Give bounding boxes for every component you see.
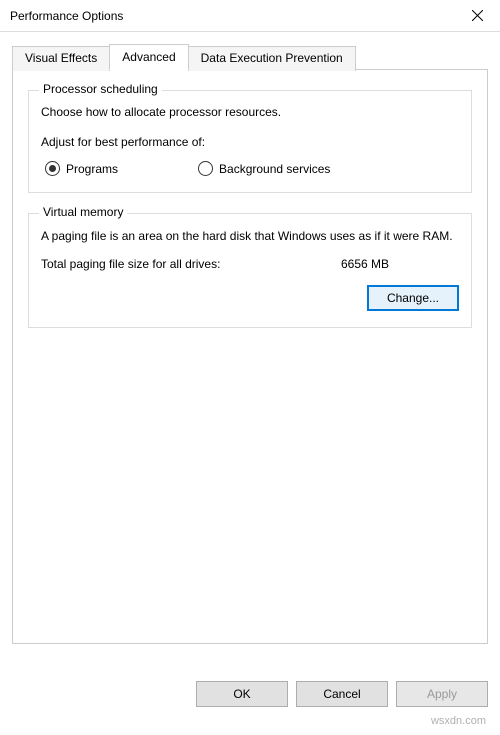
radio-label: Background services	[219, 162, 330, 176]
tab-panel-advanced: Processor scheduling Choose how to alloc…	[12, 69, 488, 644]
titlebar: Performance Options	[0, 0, 500, 32]
processor-description: Choose how to allocate processor resourc…	[41, 105, 459, 119]
tab-visual-effects[interactable]: Visual Effects	[12, 46, 110, 71]
tab-advanced[interactable]: Advanced	[109, 44, 188, 70]
close-button[interactable]	[454, 0, 500, 32]
close-icon	[472, 10, 483, 21]
group-legend: Processor scheduling	[39, 82, 162, 96]
cancel-button[interactable]: Cancel	[296, 681, 388, 707]
ok-button[interactable]: OK	[196, 681, 288, 707]
paging-size-label: Total paging file size for all drives:	[41, 257, 341, 271]
change-button[interactable]: Change...	[367, 285, 459, 311]
virtual-memory-group: Virtual memory A paging file is an area …	[28, 213, 472, 328]
tab-label: Data Execution Prevention	[201, 51, 343, 65]
tab-dep[interactable]: Data Execution Prevention	[188, 46, 356, 71]
dialog-buttons: OK Cancel Apply	[196, 681, 488, 707]
apply-button[interactable]: Apply	[396, 681, 488, 707]
radio-icon	[45, 161, 60, 176]
tab-label: Advanced	[122, 50, 175, 64]
watermark: wsxdn.com	[431, 715, 486, 727]
tab-label: Visual Effects	[25, 51, 97, 65]
radio-programs[interactable]: Programs	[45, 161, 118, 176]
processor-scheduling-group: Processor scheduling Choose how to alloc…	[28, 90, 472, 193]
group-legend: Virtual memory	[39, 205, 127, 219]
radio-background-services[interactable]: Background services	[198, 161, 330, 176]
tab-strip: Visual Effects Advanced Data Execution P…	[12, 44, 488, 69]
radio-icon	[198, 161, 213, 176]
paging-size-row: Total paging file size for all drives: 6…	[41, 257, 459, 271]
adjust-label: Adjust for best performance of:	[41, 135, 459, 149]
radio-label: Programs	[66, 162, 118, 176]
paging-size-value: 6656 MB	[341, 257, 389, 271]
radio-group: Programs Background services	[41, 161, 459, 176]
window-title: Performance Options	[10, 9, 123, 23]
virtual-memory-description: A paging file is an area on the hard dis…	[41, 228, 459, 245]
